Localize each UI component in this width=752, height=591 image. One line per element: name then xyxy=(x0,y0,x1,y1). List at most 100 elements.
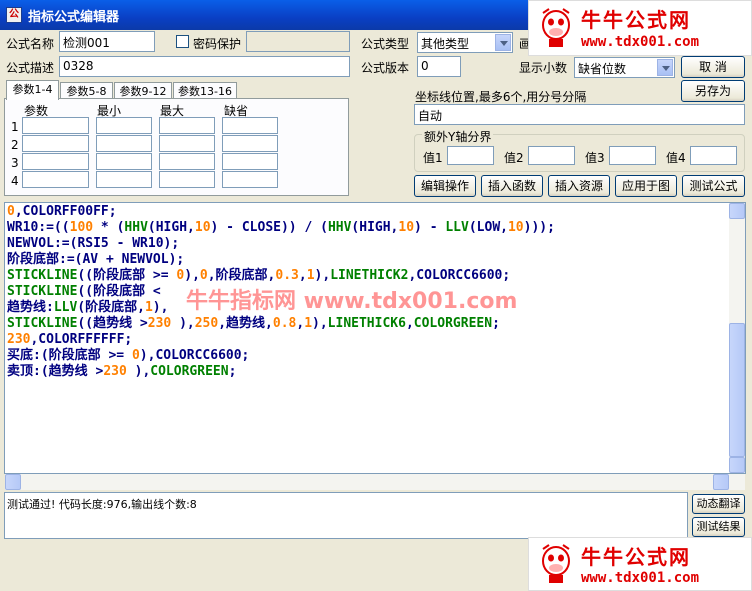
scroll-down-icon[interactable] xyxy=(729,457,745,473)
scroll-thumb[interactable] xyxy=(729,323,745,457)
code-token: ((趋势线 > xyxy=(77,316,148,331)
code-token: ,趋势线, xyxy=(218,316,273,331)
watermark-url: www.tdx001.com xyxy=(581,34,700,50)
scroll-right-icon[interactable] xyxy=(713,474,729,490)
axis-position-label: 坐标线位置,最多6个,用分号分隔 xyxy=(415,90,587,104)
param-min-input[interactable] xyxy=(96,117,152,134)
code-token: , xyxy=(298,268,307,283)
insert-resource-button[interactable]: 插入资源 xyxy=(548,175,610,197)
code-token: 0 xyxy=(7,204,15,219)
vertical-scrollbar[interactable] xyxy=(729,203,745,473)
name-input[interactable]: 检测001 xyxy=(59,31,155,52)
axis-value-3-input[interactable] xyxy=(609,146,656,165)
code-line: 阶段底部:=(AV + NEWVOL); xyxy=(7,252,184,268)
desc-label: 公式描述 xyxy=(6,61,55,75)
param-name-input[interactable] xyxy=(22,135,89,152)
param-default-input[interactable] xyxy=(222,117,278,134)
code-line: STICKLINE((趋势线 >230 ),250,趋势线,0.8,1),LIN… xyxy=(7,316,500,332)
code-token: WR10:=(( xyxy=(7,220,70,235)
version-label: 公式版本 xyxy=(361,61,410,75)
param-min-input[interactable] xyxy=(96,135,152,152)
code-token: LINETHICK2 xyxy=(330,268,409,283)
code-token: COLORGREEN xyxy=(150,364,229,379)
code-token: ; xyxy=(492,316,500,331)
param-max-input[interactable] xyxy=(159,171,215,188)
code-token: STICKLINE xyxy=(7,268,78,283)
scroll-up-icon[interactable] xyxy=(729,203,745,219)
code-token: 230 xyxy=(103,364,127,379)
code-token: STICKLINE xyxy=(7,316,78,331)
code-line: 0,COLORFF00FF; xyxy=(7,204,117,220)
scroll-left-icon[interactable] xyxy=(5,474,21,490)
app-icon: 公 xyxy=(6,7,22,23)
code-line: 卖顶:(趋势线 >230 ),COLORGREEN; xyxy=(7,364,236,380)
code-token: 1 xyxy=(306,268,315,283)
code-token: 10 xyxy=(507,220,524,235)
code-token: 10 xyxy=(194,220,211,235)
decimal-select[interactable]: 缺省位数 xyxy=(574,57,675,78)
window-title: 指标公式编辑器 xyxy=(28,10,120,25)
tab-params-13-16[interactable]: 参数13-16 xyxy=(173,82,237,99)
insert-function-button[interactable]: 插入函数 xyxy=(481,175,543,197)
cow-logo-icon xyxy=(539,5,573,49)
password-checkbox[interactable] xyxy=(176,35,189,48)
watermark-bottom: 牛牛公式网 www.tdx001.com xyxy=(528,537,752,591)
code-token: COLORGREEN xyxy=(413,316,493,331)
param-name-input[interactable] xyxy=(22,117,89,134)
axis-value-1-input[interactable] xyxy=(447,146,494,165)
param-min-input[interactable] xyxy=(96,153,152,170)
chevron-down-icon xyxy=(495,34,511,51)
param-row-label: 3 xyxy=(11,156,19,170)
overlay-watermark: 牛牛指标网 www.tdx001.com xyxy=(186,289,518,314)
code-token: ) - CLOSE)) / ( xyxy=(210,220,328,235)
desc-input[interactable]: 0328 xyxy=(59,56,350,77)
code-token: ), xyxy=(184,268,200,283)
code-token: 趋势线: xyxy=(7,300,54,315)
tab-params-9-12[interactable]: 参数9-12 xyxy=(114,82,172,99)
type-select-value: 其他类型 xyxy=(421,37,470,51)
param-name-input[interactable] xyxy=(22,171,89,188)
test-result-button[interactable]: 测试结果 xyxy=(692,517,745,537)
param-max-input[interactable] xyxy=(159,135,215,152)
password-input[interactable] xyxy=(246,31,350,52)
param-default-input[interactable] xyxy=(222,171,278,188)
code-token: ,COLORFFFFFF; xyxy=(30,332,133,347)
code-token: STICKLINE xyxy=(7,284,78,299)
watermark-title: 牛牛公式网 xyxy=(581,545,691,569)
type-label: 公式类型 xyxy=(361,37,410,51)
code-token: 0.8 xyxy=(272,316,297,331)
axis-value-2-input[interactable] xyxy=(528,146,575,165)
code-editor[interactable]: 0,COLORFF00FF; WR10:=((100 * (HHV(HIGH,10… xyxy=(4,202,746,474)
dynamic-translate-button[interactable]: 动态翻译 xyxy=(692,494,745,514)
status-message: 测试通过! 代码长度:976,输出线个数:8 xyxy=(7,498,197,511)
tab-params-1-4[interactable]: 参数1-4 xyxy=(6,80,59,100)
save-as-button[interactable]: 另存为 xyxy=(681,80,745,102)
status-box: 测试通过! 代码长度:976,输出线个数:8 xyxy=(4,492,688,539)
code-token: (HIGH, xyxy=(147,220,195,235)
param-max-input[interactable] xyxy=(159,153,215,170)
code-line: STICKLINE((阶段底部 >= 0),0,阶段底部,0.3,1),LINE… xyxy=(7,268,510,284)
param-default-input[interactable] xyxy=(222,135,278,152)
horizontal-scrollbar[interactable] xyxy=(5,474,745,490)
apply-to-chart-button[interactable]: 应用于图 xyxy=(615,175,677,197)
code-token: ; xyxy=(228,364,237,379)
code-token: 0 xyxy=(199,268,208,283)
code-token: ,COLORFF00FF; xyxy=(14,204,117,219)
param-max-input[interactable] xyxy=(159,117,215,134)
code-token: LLV xyxy=(445,220,469,235)
code-token: 0.3 xyxy=(275,268,299,283)
cancel-button[interactable]: 取 消 xyxy=(681,56,745,78)
axis-value-4-input[interactable] xyxy=(690,146,737,165)
param-min-input[interactable] xyxy=(96,171,152,188)
param-default-input[interactable] xyxy=(222,153,278,170)
extra-y-axis-title: 额外Y轴分界 xyxy=(422,128,494,145)
edit-operation-button[interactable]: 编辑操作 xyxy=(414,175,476,197)
type-select[interactable]: 其他类型 xyxy=(417,32,513,53)
code-token: LINETHICK6 xyxy=(327,316,406,331)
tab-params-5-8[interactable]: 参数5-8 xyxy=(60,82,113,99)
param-name-input[interactable] xyxy=(22,153,89,170)
code-token: ))); xyxy=(523,220,555,235)
test-formula-button[interactable]: 测试公式 xyxy=(682,175,745,197)
axis-position-input[interactable]: 自动 xyxy=(414,104,745,125)
version-input[interactable]: 0 xyxy=(417,56,461,77)
